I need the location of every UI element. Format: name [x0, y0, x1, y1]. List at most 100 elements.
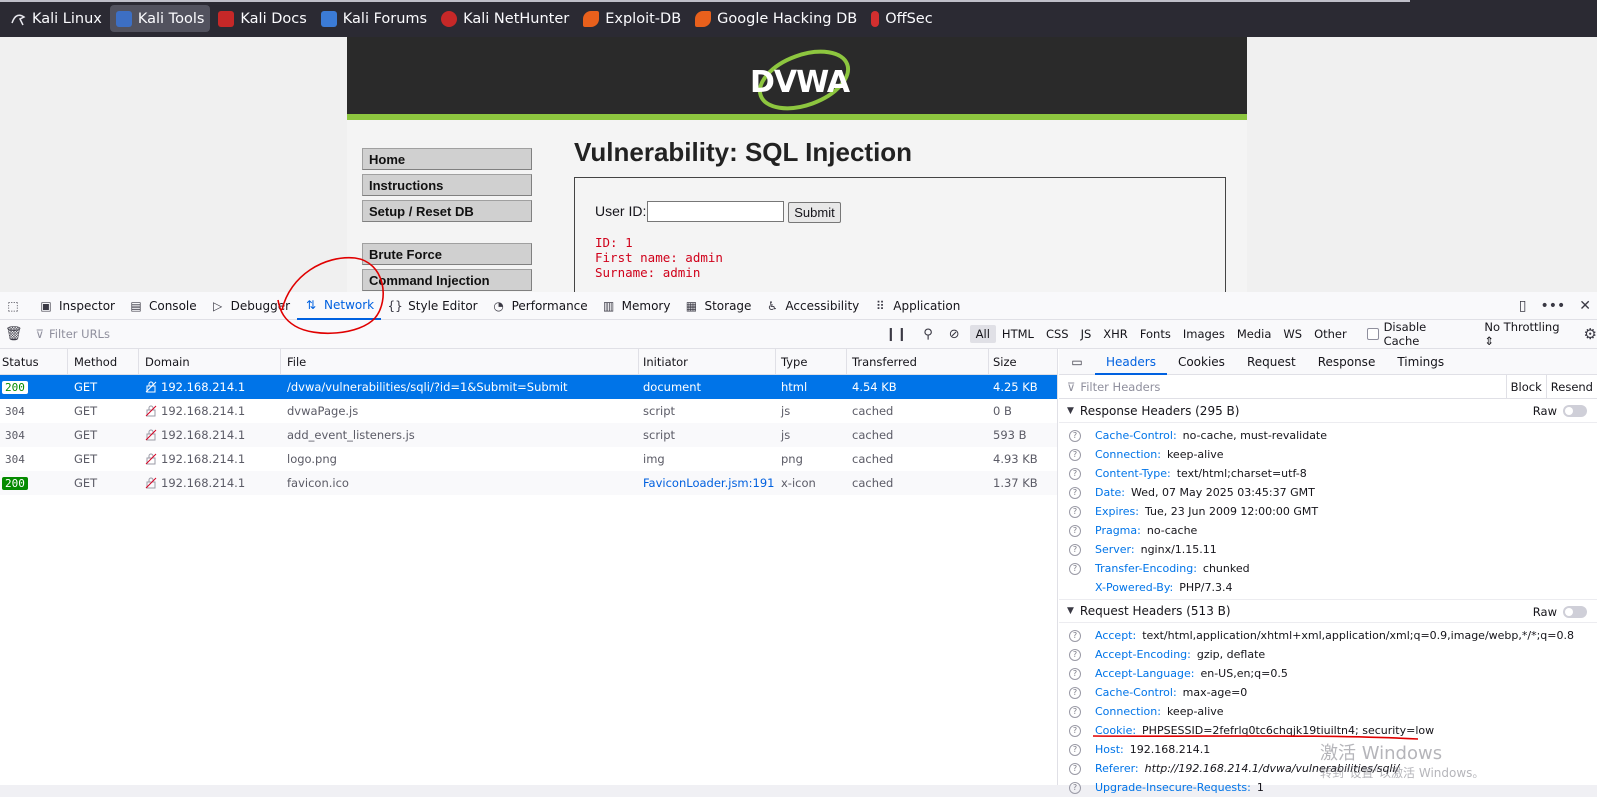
bookmark-exploit-db[interactable]: Exploit-DB: [577, 5, 687, 32]
bookmark-kali-forums[interactable]: Kali Forums: [315, 5, 433, 32]
col-status[interactable]: Status: [0, 349, 68, 375]
help-icon[interactable]: ?: [1069, 762, 1081, 775]
block-button[interactable]: Block: [1505, 375, 1546, 399]
menu-setup-reset-db[interactable]: Setup / Reset DB: [362, 200, 532, 222]
help-icon[interactable]: ?: [1069, 648, 1081, 661]
tab-request[interactable]: Request: [1236, 349, 1307, 375]
filter-other[interactable]: Other: [1308, 325, 1353, 343]
row-transferred: 4.54 KB: [852, 380, 897, 394]
row-domain: 192.168.214.1: [161, 476, 246, 490]
tab-accessibility[interactable]: ♿ Accessibility: [758, 292, 866, 320]
table-row[interactable]: 304 GET 192.168.214.1 dvwaPage.js script…: [0, 399, 1057, 423]
filter-xhr[interactable]: XHR: [1097, 325, 1134, 343]
table-row[interactable]: 304 GET 192.168.214.1 logo.png img png c…: [0, 447, 1057, 471]
tab-memory[interactable]: ▥ Memory: [595, 292, 678, 320]
bookmark-kali-linux[interactable]: Kali Linux: [4, 5, 108, 32]
memory-icon: ▥: [602, 298, 615, 313]
kali-forums-icon: [320, 10, 337, 27]
help-icon[interactable]: ?: [1069, 486, 1081, 499]
gear-icon[interactable]: ⚙: [1584, 325, 1597, 343]
col-file[interactable]: File: [281, 349, 639, 375]
tab-storage[interactable]: ▦ Storage: [677, 292, 758, 320]
block-icon[interactable]: ⊘: [949, 327, 960, 342]
col-method[interactable]: Method: [68, 349, 139, 375]
menu-command-injection[interactable]: Command Injection: [362, 269, 532, 291]
col-size[interactable]: Size: [989, 349, 1058, 375]
table-row[interactable]: 304 GET 192.168.214.1 add_event_listener…: [0, 423, 1057, 447]
clear-requests-icon[interactable]: 🗑: [0, 326, 28, 342]
tab-style-editor[interactable]: {} Style Editor: [381, 292, 484, 320]
raw-toggle[interactable]: Raw: [1533, 600, 1587, 624]
filter-all[interactable]: All: [969, 325, 996, 343]
pause-icon[interactable]: ❙❙: [885, 327, 907, 342]
tab-console[interactable]: ▤ Console: [122, 292, 204, 320]
col-type[interactable]: Type: [776, 349, 847, 375]
col-transferred[interactable]: Transferred: [847, 349, 989, 375]
request-headers-section[interactable]: ▼ Request Headers (513 B) Raw: [1059, 599, 1597, 623]
bookmark-offsec[interactable]: OffSec: [865, 5, 939, 32]
filter-js[interactable]: JS: [1075, 325, 1098, 343]
help-icon[interactable]: ?: [1069, 429, 1081, 442]
dock-side-icon[interactable]: ▯: [1519, 298, 1527, 314]
help-icon[interactable]: ?: [1069, 505, 1081, 518]
help-icon[interactable]: ?: [1069, 667, 1081, 680]
tab-debugger[interactable]: ▷ Debugger: [204, 292, 297, 320]
filter-html[interactable]: HTML: [996, 325, 1040, 343]
toggle-sidebar-icon[interactable]: ▭: [1059, 355, 1095, 369]
help-icon[interactable]: ?: [1069, 781, 1081, 794]
filter-headers-input[interactable]: ⊽ Filter Headers Block Resend: [1059, 375, 1597, 399]
menu-home[interactable]: Home: [362, 148, 532, 170]
help-icon[interactable]: ?: [1069, 562, 1081, 575]
help-icon[interactable]: ?: [1069, 629, 1081, 642]
help-icon[interactable]: ?: [1069, 743, 1081, 756]
filter-media[interactable]: Media: [1231, 325, 1278, 343]
bookmark-kali-nethunter[interactable]: Kali NetHunter: [435, 5, 575, 32]
menu-brute-force[interactable]: Brute Force: [362, 243, 532, 265]
col-initiator[interactable]: Initiator: [639, 349, 776, 375]
tab-timings[interactable]: Timings: [1386, 349, 1455, 375]
tab-cookies[interactable]: Cookies: [1167, 349, 1236, 375]
bookmark-google-hacking-db[interactable]: Google Hacking DB: [689, 5, 863, 32]
menu-instructions[interactable]: Instructions: [362, 174, 532, 196]
filter-fonts[interactable]: Fonts: [1134, 325, 1177, 343]
filter-ws[interactable]: WS: [1277, 325, 1308, 343]
bookmark-kali-tools[interactable]: Kali Tools: [109, 5, 211, 32]
help-icon[interactable]: ?: [1069, 705, 1081, 718]
element-picker-button[interactable]: ⬚: [0, 292, 32, 320]
storage-icon: ▦: [685, 298, 698, 313]
disable-cache-checkbox[interactable]: [1366, 328, 1379, 340]
filter-images[interactable]: Images: [1177, 325, 1231, 343]
filter-css[interactable]: CSS: [1040, 325, 1075, 343]
header-value: 192.168.214.1: [1129, 743, 1211, 756]
close-icon[interactable]: ✕: [1579, 298, 1591, 314]
resend-button[interactable]: Resend: [1545, 375, 1597, 399]
help-icon[interactable]: ?: [1069, 686, 1081, 699]
help-icon[interactable]: ?: [1069, 448, 1081, 461]
table-row[interactable]: 200 GET 192.168.214.1 /dvwa/vulnerabilit…: [0, 375, 1057, 399]
help-icon[interactable]: ?: [1069, 543, 1081, 556]
raw-switch[interactable]: [1563, 606, 1587, 618]
tab-application[interactable]: ⠿ Application: [866, 292, 967, 320]
row-initiator-link[interactable]: FaviconLoader.jsm:191 (i...: [643, 476, 776, 490]
submit-button[interactable]: Submit: [788, 202, 841, 223]
raw-switch[interactable]: [1563, 405, 1587, 417]
user-id-input[interactable]: [647, 201, 784, 222]
search-icon[interactable]: ⚲: [923, 327, 933, 342]
help-icon[interactable]: ?: [1069, 467, 1081, 480]
tab-inspector[interactable]: ▣ Inspector: [32, 292, 122, 320]
tab-network[interactable]: ⇅ Network: [297, 292, 382, 320]
disable-cache-toggle[interactable]: Disable Cache: [1366, 320, 1465, 348]
filter-urls-input[interactable]: ⊽ Filter URLs: [28, 327, 876, 341]
tab-response[interactable]: Response: [1307, 349, 1387, 375]
help-icon[interactable]: ?: [1069, 724, 1081, 737]
tab-performance[interactable]: ◔ Performance: [485, 292, 595, 320]
table-row[interactable]: 200 GET 192.168.214.1 favicon.ico Favico…: [0, 471, 1057, 495]
throttling-select[interactable]: No Throttling ⇕: [1484, 320, 1571, 348]
tab-headers[interactable]: Headers: [1095, 349, 1167, 375]
response-headers-section[interactable]: ▼ Response Headers (295 B) Raw: [1059, 399, 1597, 423]
bookmark-kali-docs[interactable]: Kali Docs: [212, 5, 312, 32]
help-icon[interactable]: ?: [1069, 524, 1081, 537]
col-domain[interactable]: Domain: [139, 349, 281, 375]
raw-toggle[interactable]: Raw: [1533, 399, 1587, 423]
more-options-icon[interactable]: •••: [1540, 298, 1565, 314]
